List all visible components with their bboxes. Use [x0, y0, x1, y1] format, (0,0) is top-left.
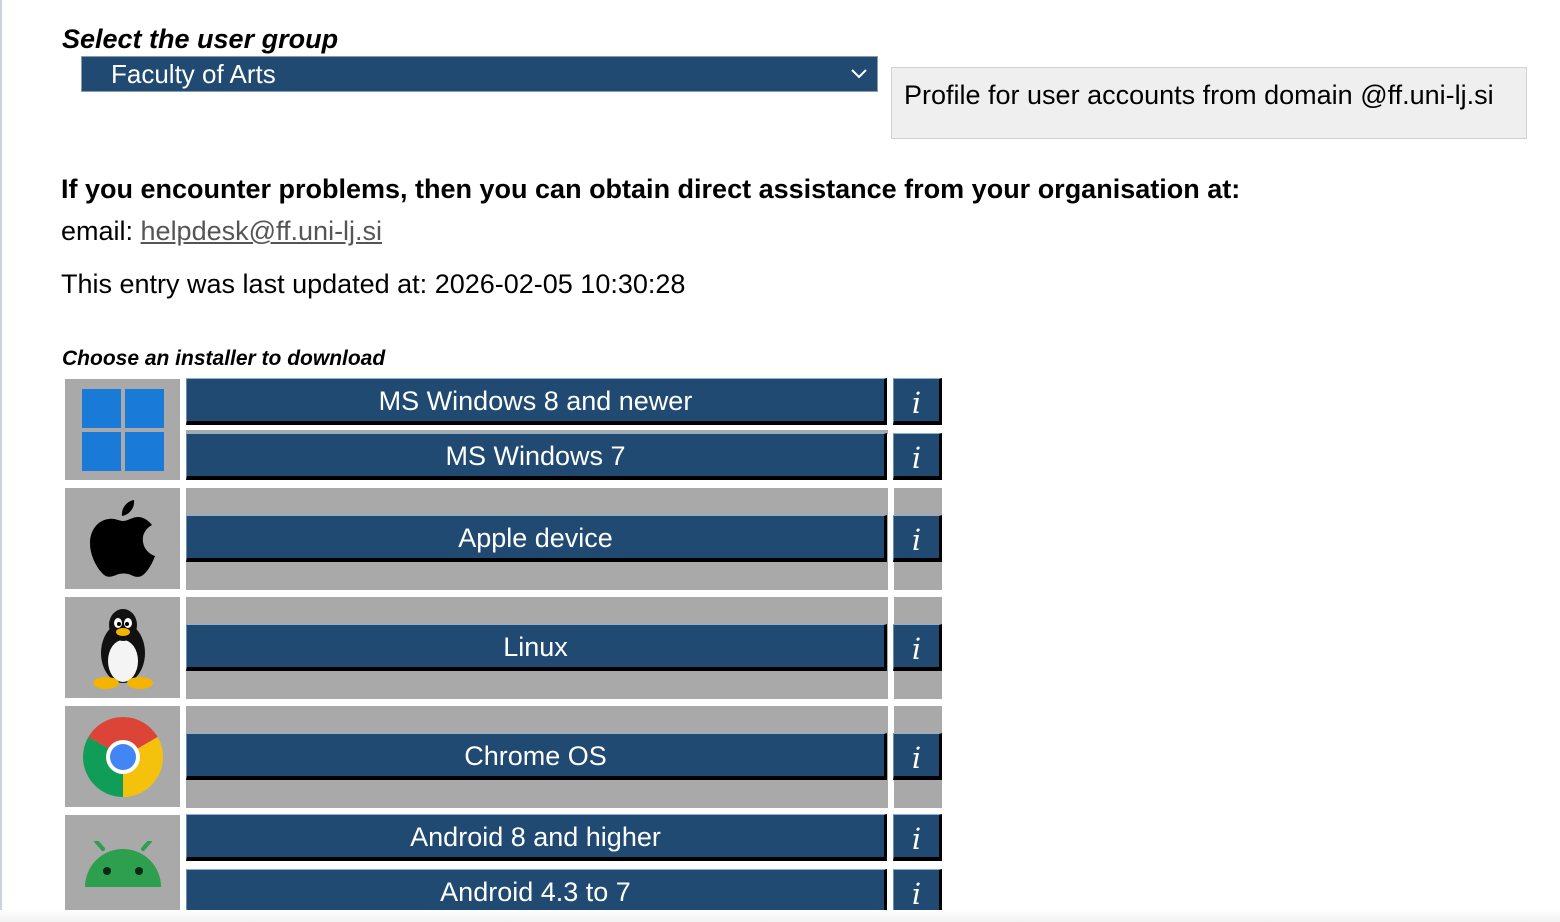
download-android-43-button[interactable]: Android 4.3 to 7 [186, 869, 887, 916]
last-updated-text: This entry was last updated at: 2026-02-… [61, 269, 686, 299]
linux-icon-cell [65, 597, 180, 698]
info-android-8-button[interactable]: i [893, 814, 942, 861]
android-logo-icon [84, 840, 161, 887]
download-windows-7-button[interactable]: MS Windows 7 [186, 433, 887, 480]
windows-logo-icon [81, 388, 164, 471]
chrome-icon-cell [65, 706, 180, 807]
linux-tux-icon [92, 608, 153, 689]
download-apple-button[interactable]: Apple device [186, 515, 887, 562]
android-icon-cell [65, 815, 180, 916]
left-border [0, 0, 2, 922]
info-chromeos-button[interactable]: i [893, 733, 942, 780]
download-windows-8-button[interactable]: MS Windows 8 and newer [186, 378, 887, 425]
windows-icon-cell [65, 379, 180, 480]
chevron-down-icon [851, 69, 867, 79]
email-label: email: [61, 216, 141, 246]
apple-logo-icon [89, 499, 155, 577]
user-group-select[interactable]: Faculty of Arts [81, 56, 878, 92]
download-linux-button[interactable]: Linux [186, 624, 887, 671]
info-windows-7-button[interactable]: i [893, 433, 942, 480]
download-chromeos-button[interactable]: Chrome OS [186, 733, 887, 780]
profile-info-box: Profile for user accounts from domain @f… [891, 67, 1527, 139]
apple-icon-cell [65, 488, 180, 589]
chrome-logo-icon [82, 716, 163, 797]
download-android-8-button[interactable]: Android 8 and higher [186, 814, 887, 861]
support-heading: If you encounter problems, then you can … [61, 174, 1241, 204]
info-linux-button[interactable]: i [893, 624, 942, 671]
user-group-selected-value: Faculty of Arts [111, 59, 276, 89]
info-windows-8-button[interactable]: i [893, 378, 942, 425]
bottom-edge [0, 910, 1560, 922]
info-android-43-button[interactable]: i [893, 869, 942, 916]
support-email-link[interactable]: helpdesk@ff.uni-lj.si [141, 216, 383, 246]
support-email-line: email: helpdesk@ff.uni-lj.si [61, 216, 382, 247]
user-group-label: Select the user group [62, 24, 339, 54]
info-apple-button[interactable]: i [893, 515, 942, 562]
installer-section-label: Choose an installer to download [62, 347, 386, 370]
